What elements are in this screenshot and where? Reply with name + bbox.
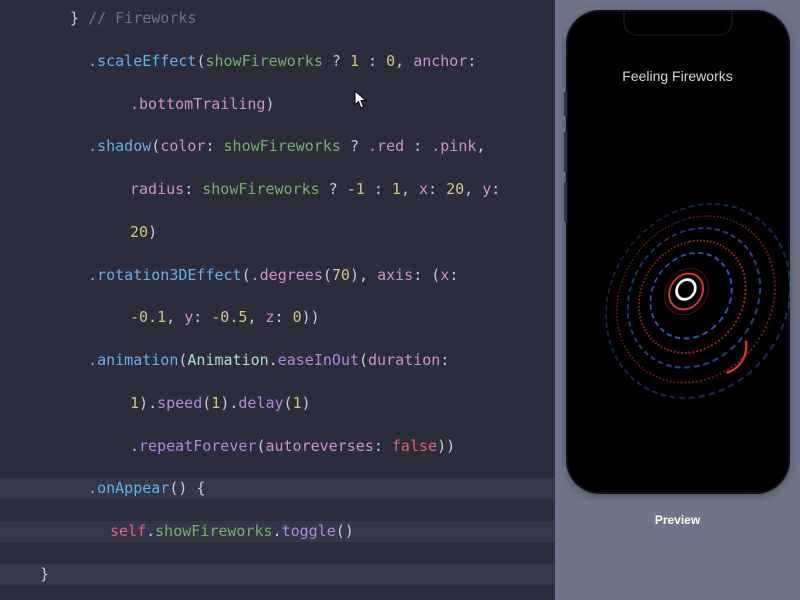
- method-rotation3DEffect: .rotation3DEffect: [88, 266, 242, 284]
- brace: }: [70, 9, 88, 27]
- method-scaleEffect: .scaleEffect: [88, 52, 196, 70]
- code-editor[interactable]: } // Fireworks .scaleEffect(showFirework…: [0, 0, 555, 600]
- device-side-button: [564, 92, 567, 116]
- app-title: Feeling Fireworks: [568, 66, 788, 86]
- firework-animation: [621, 204, 777, 377]
- preview-label: Preview: [655, 512, 700, 529]
- device-side-button: [564, 182, 567, 222]
- device-notch: [623, 12, 733, 36]
- device-frame: Feeling Fireworks: [568, 12, 788, 492]
- method-onAppear: .onAppear: [88, 479, 169, 497]
- method-animation: .animation: [88, 351, 178, 369]
- device-side-button: [564, 132, 567, 172]
- preview-pane[interactable]: Feeling Fireworks Preview: [555, 0, 800, 600]
- enum-bottomTrailing: .bottomTrailing: [130, 95, 265, 113]
- method-shadow: .shadow: [88, 137, 151, 155]
- code-comment: // Fireworks: [88, 9, 196, 27]
